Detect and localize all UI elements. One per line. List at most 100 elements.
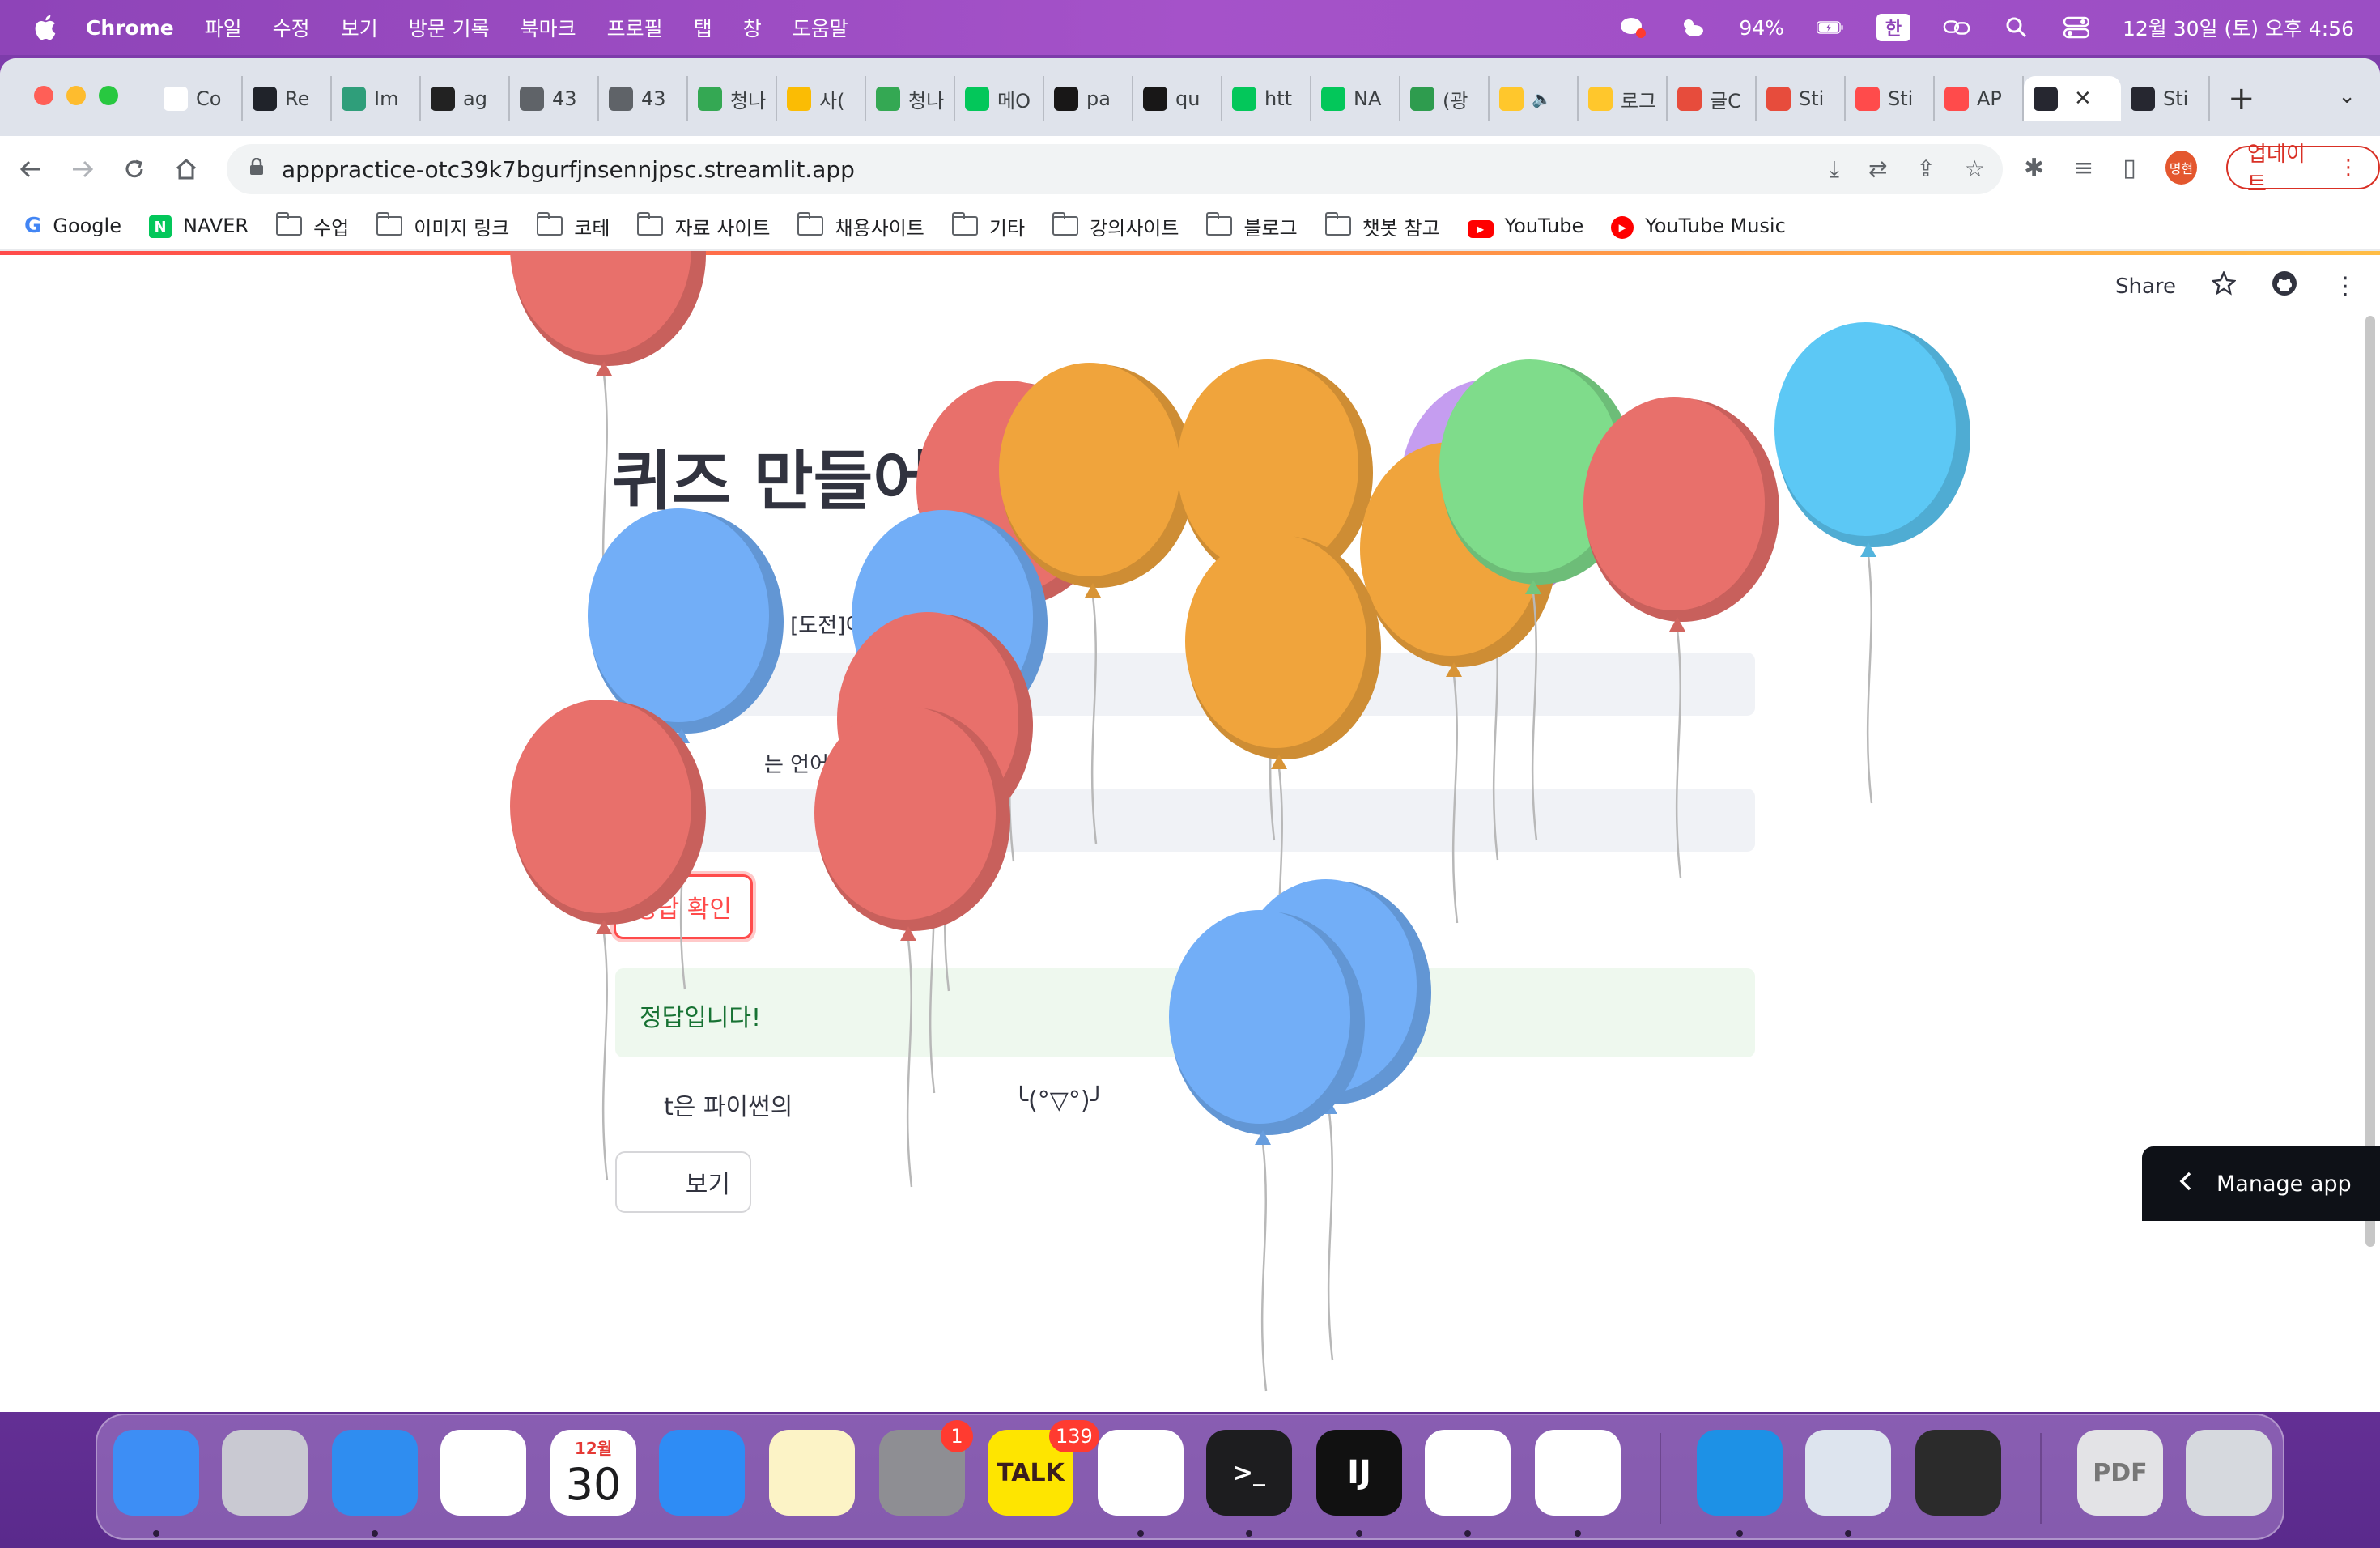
photos-icon[interactable]: [440, 1430, 526, 1516]
zoom-window-button[interactable]: [99, 86, 118, 105]
browser-tab[interactable]: ag: [421, 76, 510, 121]
side-panel-icon[interactable]: ▯: [2123, 154, 2136, 182]
bookmark-item[interactable]: ▶ YouTube: [1467, 215, 1583, 238]
browser-tab[interactable]: pa: [1044, 76, 1133, 121]
bookmark-item[interactable]: 수업: [276, 212, 349, 240]
reload-button[interactable]: [113, 148, 155, 190]
bookmark-item[interactable]: 이미지 링크: [376, 212, 509, 240]
forward-button[interactable]: [62, 148, 104, 190]
share-button[interactable]: Share: [2115, 274, 2176, 299]
browser-tab[interactable]: qu: [1133, 76, 1222, 121]
bookmark-item[interactable]: 코테: [537, 212, 610, 240]
weather-icon[interactable]: [1679, 14, 1706, 41]
vscode-icon[interactable]: [1425, 1430, 1511, 1516]
safari-icon[interactable]: [332, 1430, 418, 1516]
bookmark-item[interactable]: 블로그: [1206, 212, 1298, 240]
bookmark-item[interactable]: G Google: [24, 214, 121, 238]
browser-tab[interactable]: (광: [1400, 76, 1490, 121]
browser-tab[interactable]: Co: [154, 76, 243, 121]
close-tab-icon[interactable]: ✕: [2074, 87, 2092, 111]
url-text[interactable]: apppractice-otc39k7bgurfjnsennjpsc.strea…: [282, 156, 855, 183]
menu-bookmarks[interactable]: 북마크: [521, 13, 576, 42]
bookmark-item[interactable]: 기타: [951, 212, 1025, 240]
app-store-icon[interactable]: [659, 1430, 745, 1516]
input-method-indicator[interactable]: 한: [1876, 14, 1910, 41]
menu-profiles[interactable]: 프로필: [607, 13, 663, 42]
tab-search-chevron-icon[interactable]: ⌄: [2338, 84, 2356, 108]
home-button[interactable]: [165, 148, 207, 190]
spotlight-search-icon[interactable]: [2003, 14, 2030, 41]
finder-icon[interactable]: [113, 1430, 199, 1516]
browser-tab[interactable]: 청나: [688, 76, 777, 121]
menu-history[interactable]: 방문 기록: [409, 13, 490, 42]
app-name-menu[interactable]: Chrome: [86, 16, 174, 40]
favorite-star-icon[interactable]: [2211, 270, 2237, 301]
browser-tab[interactable]: 43: [510, 76, 599, 121]
browser-tab[interactable]: 글C: [1668, 76, 1757, 121]
page-scrollbar[interactable]: [2365, 316, 2375, 1247]
manage-app-button[interactable]: Manage app: [2142, 1146, 2380, 1221]
bookmark-item[interactable]: 챗봇 참고: [1324, 212, 1440, 240]
docker-icon[interactable]: [1697, 1430, 1783, 1516]
share-icon[interactable]: ⇪: [1916, 155, 1935, 183]
install-app-icon[interactable]: ⤓: [1830, 155, 1839, 183]
browser-tab[interactable]: Sti: [1846, 76, 1935, 121]
control-center-icon[interactable]: [2063, 14, 2090, 41]
preview-icon[interactable]: [1805, 1430, 1891, 1516]
answer-input-1[interactable]: [615, 653, 1755, 716]
app-menu-icon[interactable]: ⋮: [2333, 272, 2357, 300]
new-tab-button[interactable]: +: [2228, 80, 2255, 117]
check-answer-button[interactable]: 정답 확인: [614, 874, 753, 939]
profile-avatar[interactable]: 명현: [2165, 151, 2198, 185]
pdf-stack-icon[interactable]: PDF: [2077, 1430, 2163, 1516]
browser-tab[interactable]: ✕: [2024, 76, 2121, 121]
browser-tab[interactable]: 청나: [866, 76, 955, 121]
menu-view[interactable]: 보기: [341, 13, 378, 42]
answer-input-2[interactable]: [615, 789, 1755, 852]
launchpad-icon[interactable]: [222, 1430, 308, 1516]
browser-tab[interactable]: 🔈: [1490, 76, 1579, 121]
menu-help[interactable]: 도움말: [793, 13, 848, 42]
extensions-icon[interactable]: ✱: [2024, 154, 2044, 182]
browser-tab[interactable]: Sti: [1757, 76, 1846, 121]
back-button[interactable]: [10, 148, 52, 190]
bookmark-item[interactable]: ▶ YouTube Music: [1611, 213, 1786, 239]
media-controls-icon[interactable]: ≡: [2073, 154, 2093, 182]
intellij-icon[interactable]: IJ: [1316, 1430, 1402, 1516]
menu-clock[interactable]: 12월 30일 (토) 오후 4:56: [2123, 13, 2354, 42]
update-button[interactable]: 업데이트 ⋮: [2226, 142, 2380, 197]
menu-window[interactable]: 창: [743, 13, 762, 42]
quicktime-icon[interactable]: [1915, 1430, 2001, 1516]
browser-tab[interactable]: Re: [243, 76, 332, 121]
bookmark-item[interactable]: 채용사이트: [797, 212, 924, 240]
battery-icon[interactable]: [1816, 14, 1844, 41]
slack-icon[interactable]: [1535, 1430, 1621, 1516]
apple-menu-icon[interactable]: [32, 14, 57, 41]
bookmark-star-icon[interactable]: ☆: [1965, 155, 1985, 183]
tab-audio-icon[interactable]: 🔈: [1532, 89, 1552, 108]
notes-icon[interactable]: [769, 1430, 855, 1516]
address-bar[interactable]: apppractice-otc39k7bgurfjnsennjpsc.strea…: [227, 144, 2003, 194]
browser-tab[interactable]: 43: [599, 76, 688, 121]
trash-icon[interactable]: [2186, 1430, 2272, 1516]
menu-edit[interactable]: 수정: [273, 13, 310, 42]
browser-tab[interactable]: AP: [1935, 76, 2024, 121]
bookmark-item[interactable]: 자료 사이트: [637, 212, 770, 240]
calendar-icon[interactable]: 12월 30: [550, 1430, 636, 1516]
messenger-status-icon[interactable]: [1619, 14, 1647, 41]
lock-icon[interactable]: [249, 157, 264, 181]
browser-tab[interactable]: Sti: [2121, 76, 2210, 121]
minimize-window-button[interactable]: [66, 86, 86, 105]
bookmark-item[interactable]: N NAVER: [148, 214, 249, 239]
github-icon[interactable]: [2272, 270, 2297, 302]
bookmark-item[interactable]: 강의사이트: [1052, 212, 1179, 240]
menu-tab[interactable]: 탭: [694, 13, 712, 42]
terminal-icon[interactable]: >_: [1206, 1430, 1292, 1516]
browser-tab[interactable]: 사(: [777, 76, 866, 121]
view-button[interactable]: 보기: [615, 1151, 751, 1213]
menu-file[interactable]: 파일: [205, 13, 242, 42]
close-window-button[interactable]: [34, 86, 53, 105]
chrome-icon[interactable]: [1098, 1430, 1184, 1516]
browser-tab[interactable]: Im: [332, 76, 421, 121]
browser-tab[interactable]: htt: [1222, 76, 1311, 121]
